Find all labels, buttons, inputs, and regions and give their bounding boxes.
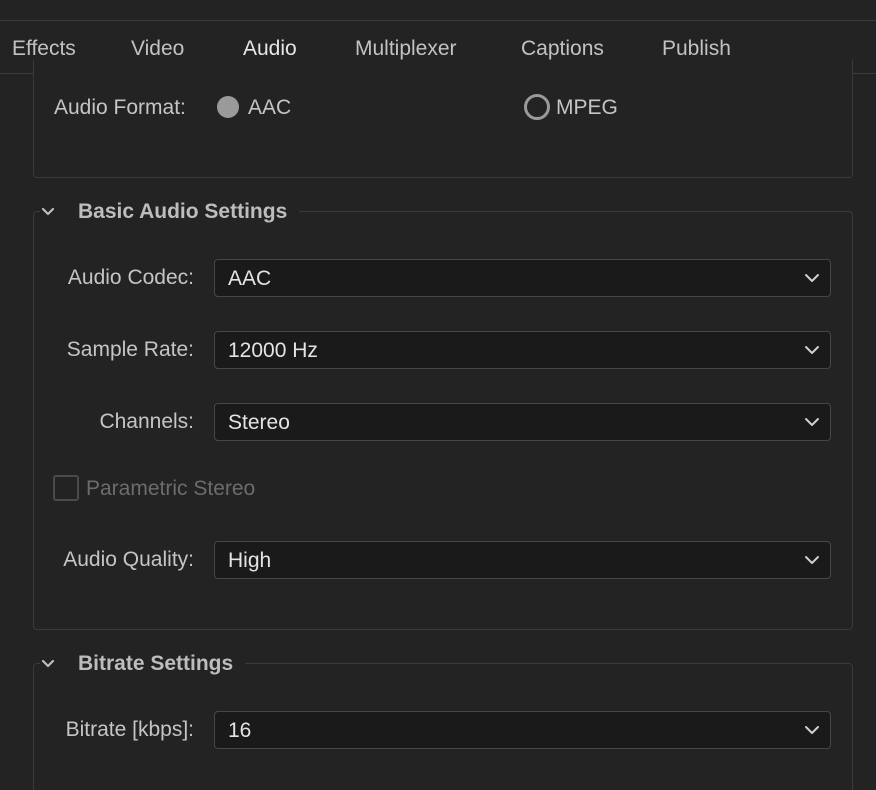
tab-publish[interactable]: Publish [662,37,731,61]
chevron-down-icon [805,726,819,734]
radio-aac[interactable] [217,96,239,118]
audio-quality-label: Audio Quality: [63,548,194,571]
sample-rate-select[interactable]: 12000 Hz [214,331,831,369]
audio-codec-value: AAC [228,267,272,290]
bitrate-settings-header[interactable]: Bitrate Settings [40,649,246,679]
sample-rate-label: Sample Rate: [66,338,194,361]
tab-captions[interactable]: Captions [521,37,604,61]
radio-aac-label[interactable]: AAC [248,96,291,120]
chevron-down-icon [805,346,819,354]
parametric-stereo-checkbox[interactable] [53,475,79,501]
chevron-down-icon [41,207,55,216]
chevron-down-icon [805,556,819,564]
radio-mpeg[interactable] [524,94,550,120]
channels-value: Stereo [228,411,290,434]
basic-audio-settings-header[interactable]: Basic Audio Settings [40,197,300,227]
tab-effects[interactable]: Effects [12,37,76,61]
audio-codec-label: Audio Codec: [67,266,194,289]
channels-label: Channels: [99,410,194,433]
bitrate-select[interactable]: 16 [214,711,831,749]
bitrate-settings-title: Bitrate Settings [78,652,234,675]
chevron-down-icon [41,659,55,668]
audio-quality-value: High [228,549,272,572]
channels-select[interactable]: Stereo [214,403,831,441]
sample-rate-value: 12000 Hz [228,339,318,362]
basic-audio-settings-title: Basic Audio Settings [78,200,288,223]
audio-codec-select[interactable]: AAC [214,259,831,297]
tab-video[interactable]: Video [131,37,184,61]
export-settings-panel: Effects Video Audio Multiplexer Captions… [0,0,876,790]
tab-multiplexer[interactable]: Multiplexer [355,37,457,61]
tab-audio[interactable]: Audio [243,37,297,61]
bitrate-label: Bitrate [kbps]: [65,718,194,741]
radio-mpeg-label[interactable]: MPEG [556,96,618,120]
chevron-down-icon [805,274,819,282]
parametric-stereo-label: Parametric Stereo [86,477,256,500]
bitrate-value: 16 [228,719,252,742]
panel-top-bar [0,0,876,21]
chevron-down-icon [805,418,819,426]
audio-quality-select[interactable]: High [214,541,831,579]
audio-format-label: Audio Format: [54,96,186,119]
